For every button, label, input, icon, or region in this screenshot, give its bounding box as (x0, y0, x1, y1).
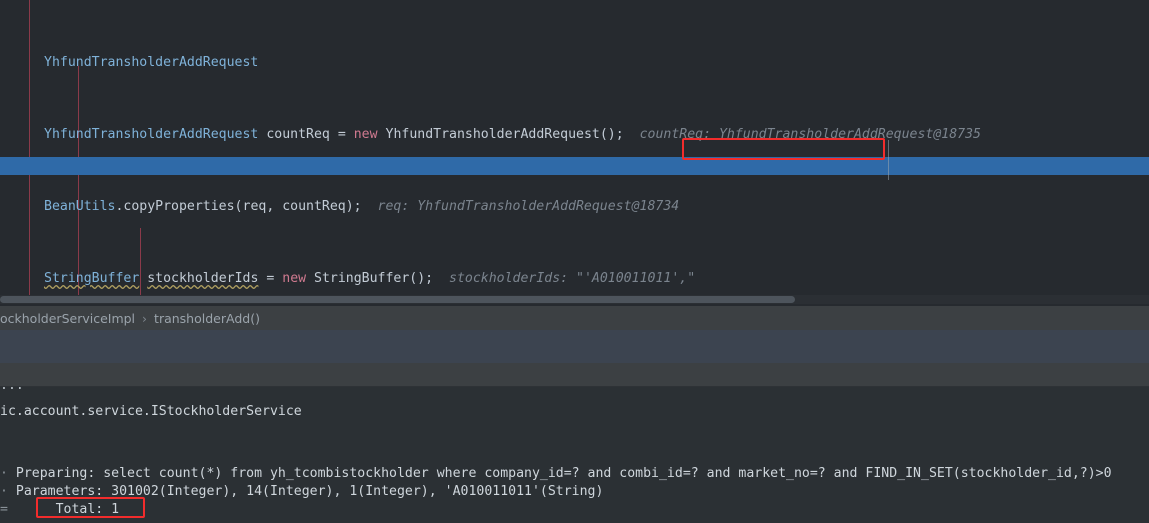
console-line-preparing: · Preparing: select count(*) from yh_tco… (0, 466, 1112, 481)
console-line-clipped: ... (0, 387, 24, 395)
inline-hint-2: req: YhfundTransholderAddRequest@18734 (377, 199, 680, 214)
console-preparing-text: Preparing: select count(*) from yh_tcomb… (7, 466, 1112, 481)
console-total-text: Total: 1 (7, 502, 120, 517)
breadcrumb[interactable]: ockholderServiceImpl › transholderAdd() (0, 306, 1149, 330)
code-line-2[interactable]: BeanUtils.copyProperties(req, countReq);… (0, 198, 1149, 216)
ide-window: YhfundTransholderAddRequest YhfundTransh… (0, 0, 1149, 523)
inline-hint-1: countReq: YhfundTransholderAddRequest@18… (639, 127, 981, 142)
breadcrumb-item-class[interactable]: ockholderServiceImpl (0, 311, 135, 326)
code-editor[interactable]: YhfundTransholderAddRequest YhfundTransh… (0, 0, 1149, 306)
code-line-1[interactable]: YhfundTransholderAddRequest countReq = n… (0, 126, 1149, 144)
console-line-total: = Total: 1 (0, 502, 120, 517)
code-line-3[interactable]: StringBuffer stockholderIds = new String… (0, 270, 1149, 288)
panel-gap (0, 330, 1149, 363)
breadcrumb-item-method[interactable]: transholderAdd() (154, 311, 260, 326)
console-output[interactable]: ... ic.account.service.IStockholderServi… (0, 387, 1149, 523)
breadcrumb-separator-icon: › (142, 310, 148, 326)
console-toolbar[interactable] (0, 363, 1149, 387)
console-parameters-text: Parameters: 301002(Integer), 14(Integer)… (7, 484, 604, 499)
console-line-parameters: · Parameters: 301002(Integer), 14(Intege… (0, 484, 604, 499)
console-line-service: ic.account.service.IStockholderService (0, 404, 302, 419)
inline-hint-3: stockholderIds: "'A010011011'," (449, 271, 696, 286)
code-text[interactable]: YhfundTransholderAddRequest YhfundTransh… (0, 0, 1149, 306)
code-line-clipped: YhfundTransholderAddRequest (44, 55, 259, 70)
editor-hscrollbar-thumb[interactable] (0, 296, 795, 303)
